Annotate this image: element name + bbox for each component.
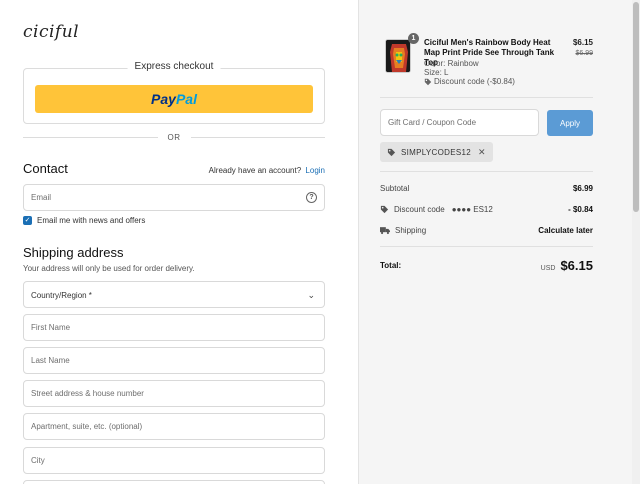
discount-row: Discount code ●●●● ES12 - $0.84 — [380, 205, 593, 214]
tag-icon — [380, 205, 389, 214]
login-prompt: Already have an account? Login — [209, 166, 325, 175]
total-value-group: USD $6.15 — [541, 258, 593, 273]
street-address-input[interactable] — [24, 381, 324, 406]
truck-icon — [380, 227, 390, 235]
newsletter-option[interactable]: ✓ Email me with news and offers — [23, 216, 145, 225]
street-address-field[interactable] — [23, 380, 325, 407]
city-input[interactable] — [24, 448, 324, 473]
shipping-row: Shipping Calculate later — [380, 226, 593, 235]
product-thumbnail — [385, 39, 411, 73]
next-field-partial[interactable] — [23, 480, 325, 484]
email-input[interactable] — [24, 185, 324, 210]
divider-line-left — [23, 136, 158, 138]
scrollbar-thumb[interactable] — [633, 2, 639, 212]
first-name-input[interactable] — [24, 315, 324, 340]
brand-logo[interactable]: ciciful — [23, 22, 79, 42]
login-link[interactable]: Login — [305, 166, 325, 175]
paypal-logo-pay: Pay — [151, 91, 176, 107]
or-divider: OR — [23, 131, 325, 143]
apartment-field[interactable] — [23, 413, 325, 440]
help-circle-icon[interactable]: ? — [306, 192, 317, 203]
express-checkout-box: Express checkout Pay Pal — [23, 61, 325, 124]
apartment-input[interactable] — [24, 414, 324, 439]
newsletter-label: Email me with news and offers — [37, 216, 146, 225]
product-image — [386, 40, 410, 72]
last-name-field[interactable] — [23, 347, 325, 374]
express-checkout-title: Express checkout — [127, 61, 221, 72]
paypal-logo-pal: Pal — [175, 91, 197, 107]
shipping-title: Shipping address — [23, 245, 124, 260]
product-price: $6.15 — [572, 38, 593, 47]
or-text: OR — [167, 132, 181, 142]
contact-header: Contact Already have an account? Login — [23, 161, 325, 176]
total-row: Total: USD $6.15 — [380, 258, 593, 273]
coupon-field[interactable] — [380, 109, 539, 136]
quantity-badge: 1 — [408, 33, 419, 44]
tag-icon — [387, 148, 396, 156]
cart-item: 1 Ciciful Men's Rainbow Body Heat Map Pr… — [380, 33, 593, 93]
shipping-value: Calculate later — [538, 226, 593, 235]
product-color: Color: Rainbow — [424, 59, 479, 68]
product-size: Size: L — [424, 68, 449, 77]
applied-coupon-code: SIMPLYCODES12 — [401, 147, 471, 157]
city-field[interactable] — [23, 447, 325, 474]
newsletter-checkbox[interactable]: ✓ — [23, 216, 32, 225]
total-label: Total: — [380, 261, 402, 270]
subtotal-row: Subtotal $6.99 — [380, 184, 593, 193]
subtotal-label: Subtotal — [380, 184, 410, 193]
shipping-label-group: Shipping — [380, 226, 426, 235]
have-account-text: Already have an account? — [208, 166, 302, 175]
chevron-down-icon: ⌄ — [307, 290, 315, 300]
tag-icon — [424, 78, 432, 85]
discount-value: - $0.84 — [568, 205, 593, 214]
last-name-input[interactable] — [24, 348, 324, 373]
summary-divider — [380, 246, 593, 247]
product-discount-text: Discount code (-$0.84) — [434, 77, 515, 86]
contact-title: Contact — [23, 161, 68, 176]
shipping-label: Shipping — [395, 226, 427, 235]
country-select[interactable]: Country/Region * ⌄ — [23, 281, 325, 308]
paypal-button[interactable]: Pay Pal — [35, 85, 313, 113]
product-discount: Discount code (-$0.84) — [424, 77, 515, 86]
discount-label: Discount code — [394, 205, 445, 214]
total-amount: $6.15 — [560, 258, 593, 273]
coupon-input[interactable] — [381, 110, 538, 135]
applied-coupon-chip: SIMPLYCODES12 ✕ — [380, 142, 493, 162]
subtotal-value: $6.99 — [572, 184, 593, 193]
summary-divider — [380, 97, 593, 98]
currency-label: USD — [540, 265, 556, 272]
divider-line-right — [190, 136, 325, 138]
product-original-price: $6.99 — [575, 50, 593, 57]
discount-label-group: Discount code ●●●● ES12 — [380, 205, 493, 214]
close-icon[interactable]: ✕ — [478, 147, 486, 158]
discount-code-masked: ●●●● ES12 — [451, 205, 493, 214]
apply-coupon-button[interactable]: Apply — [547, 110, 593, 136]
shipping-subtitle: Your address will only be used for order… — [23, 264, 195, 273]
summary-divider — [380, 171, 593, 172]
order-summary-panel: 1 Ciciful Men's Rainbow Body Heat Map Pr… — [358, 0, 632, 484]
country-select-label: Country/Region * — [31, 291, 92, 300]
first-name-field[interactable] — [23, 314, 325, 341]
email-field[interactable]: ? — [23, 184, 325, 211]
scrollbar[interactable] — [632, 0, 640, 484]
checkout-form-panel: ciciful Express checkout Pay Pal OR Conta… — [0, 0, 358, 484]
